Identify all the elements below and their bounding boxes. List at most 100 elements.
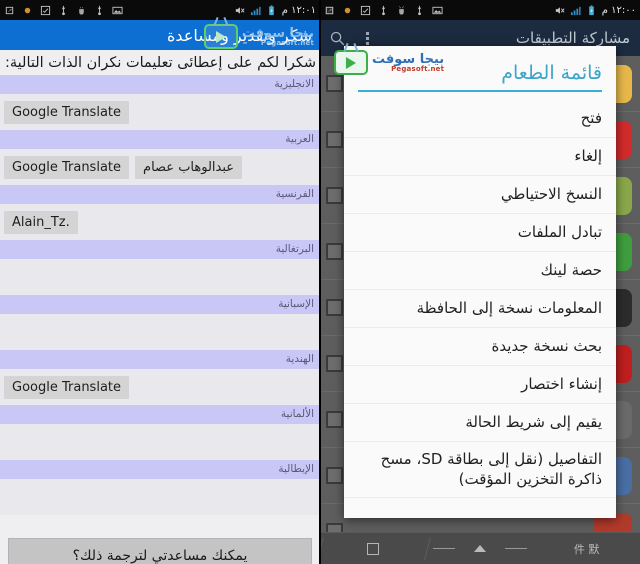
menu-item-cancel[interactable]: إلغاء [344,138,616,176]
usb-icon [97,5,102,15]
language-section: الألمانية [0,405,320,461]
right-phone-panel: ١٢:٠١ م شكر وتقدير ومساعدة بيجا سوفت Peg… [0,0,320,564]
check-square-icon [40,5,51,15]
language-header: الإسبانية [0,295,320,315]
menu-item-share-link[interactable]: حصة لينك [344,252,616,290]
menu-item-backup[interactable]: النسخ الاحتياطي [344,176,616,214]
screenshot-icon [5,6,14,14]
language-credits [0,259,320,296]
language-header: العربية [0,130,320,150]
menu-item-label: المعلومات نسخة إلى الحافظة [416,299,602,318]
menu-item-label: يقيم إلى شريط الحالة [465,413,602,432]
android-debug-icon [79,6,84,15]
menu-item-open[interactable]: فتح [344,100,616,138]
left-phone-panel: ١٢:٠٠ م مشاركة التطبيقات قائمة الطعام فت… [320,0,640,564]
menu-item-label: بحث نسخة جديدة [491,337,602,356]
app-checkbox[interactable] [326,355,343,372]
language-header: الإيطالية [0,460,320,480]
usb-icon [417,5,422,15]
nav-recents-button[interactable] [320,533,427,564]
mute-icon [555,6,565,14]
menu-item-create-shortcut[interactable]: إنشاء اختصار [344,366,616,404]
language-credits [0,424,320,461]
menu-item-label: تبادل الملفات [517,223,602,242]
app-checkbox[interactable] [326,523,343,532]
app-checkbox[interactable] [326,299,343,316]
nav-menu-button[interactable]: 件 默 [533,533,640,564]
menu-item-details[interactable]: التفاصيل (نقل إلى بطاقة SD، مسح ذاكرة ال… [344,442,616,498]
right-status-icons [4,5,123,16]
language-credits: Google Translate [0,369,320,406]
nav-home-button[interactable] [427,533,534,564]
signal-icon [250,6,261,15]
left-nav-bar[interactable]: 件 默 [320,532,640,564]
app-checkbox[interactable] [326,131,343,148]
credit-chip: عبدالوهاب عصام [135,155,243,179]
language-header: البرتغالية [0,240,320,260]
language-header: الفرنسية [0,185,320,205]
battery-icon [588,4,594,15]
dialog-title: قائمة الطعام [501,62,602,84]
language-credits: Google Translate [0,94,320,131]
right-status-right: ١٢:٠١ م [234,5,316,16]
language-header: الهندية [0,350,320,370]
dialog-item-list[interactable]: فتح إلغاء النسخ الاحتياطي تبادل الملفات … [344,100,616,518]
credits-content: شكرا لكم على إعطائى تعليمات نكران الذات … [0,50,320,564]
usb-icon [61,5,66,15]
brightness-icon [344,7,351,13]
right-action-bar: شكر وتقدير ومساعدة [0,20,320,50]
menu-item-label: التفاصيل (نقل إلى بطاقة SD، مسح ذاكرة ال… [380,450,602,489]
dual-screenshot: ١٢:٠٠ م مشاركة التطبيقات قائمة الطعام فت… [0,0,640,564]
search-icon [330,31,344,45]
mute-icon [235,6,245,14]
image-icon [112,6,123,14]
nav-dash-right [505,547,528,550]
menu-item-pin-status-bar[interactable]: يقيم إلى شريط الحالة [344,404,616,442]
left-status-right: ١٢:٠٠ م [554,5,636,16]
menu-item-share-files[interactable]: تبادل الملفات [344,214,616,252]
app-checkbox[interactable] [326,75,343,92]
app-checkbox[interactable] [326,467,343,484]
menu-item-label: حصة لينك [540,261,602,280]
language-credits: Google Translate عبدالوهاب عصام [0,149,320,186]
home-icon [474,545,486,552]
image-icon [432,6,443,14]
android-debug-icon [398,5,405,15]
app-checkbox[interactable] [326,187,343,204]
right-status-bar: ١٢:٠١ م [0,0,320,20]
brightness-icon [24,7,31,13]
credit-chip: Alain_Tz. [4,210,78,234]
left-app-title: مشاركة التطبيقات [515,29,630,47]
credit-chip: Google Translate [4,155,130,179]
language-credits [0,314,320,351]
menu-item-copy-info[interactable]: المعلومات نسخة إلى الحافظة [344,290,616,328]
left-status-icons [324,5,443,16]
usb-icon [381,5,386,15]
screenshot-icon [325,5,334,15]
panel-divider [319,0,321,564]
menu-item-find-new-version[interactable]: بحث نسخة جديدة [344,328,616,366]
overflow-menu-icon [365,31,369,45]
app-checkbox[interactable] [326,243,343,260]
language-section: الإيطالية [0,460,320,516]
credit-chip: Google Translate [4,100,130,124]
language-section: العربية Google Translate عبدالوهاب عصام [0,130,320,186]
language-section: البرتغالية [0,240,320,296]
help-translate-button[interactable]: يمكنك مساعدتي لترجمة ذلك؟ [8,538,312,564]
language-section: الفرنسية Alain_Tz. [0,185,320,241]
signal-icon [570,6,581,15]
language-header: الانجليزية [0,75,320,95]
menu-item-label: إنشاء اختصار [521,375,602,394]
menu-dialog: قائمة الطعام فتح إلغاء النسخ الاحتياطي ت… [344,46,616,518]
app-checkbox[interactable] [326,411,343,428]
menu-item-label: فتح [580,109,602,128]
battery-icon [268,4,274,15]
credit-chip: Google Translate [4,375,130,399]
language-section: الانجليزية Google Translate [0,75,320,131]
credits-intro-text: شكرا لكم على إعطائى تعليمات نكران الذات … [5,55,316,71]
menu-item-label: النسخ الاحتياطي [500,185,602,204]
language-credits: Alain_Tz. [0,204,320,241]
right-clock: ١٢:٠١ م [281,4,316,16]
right-page-title: شكر وتقدير ومساعدة [167,25,312,45]
language-section: الإسبانية [0,295,320,351]
